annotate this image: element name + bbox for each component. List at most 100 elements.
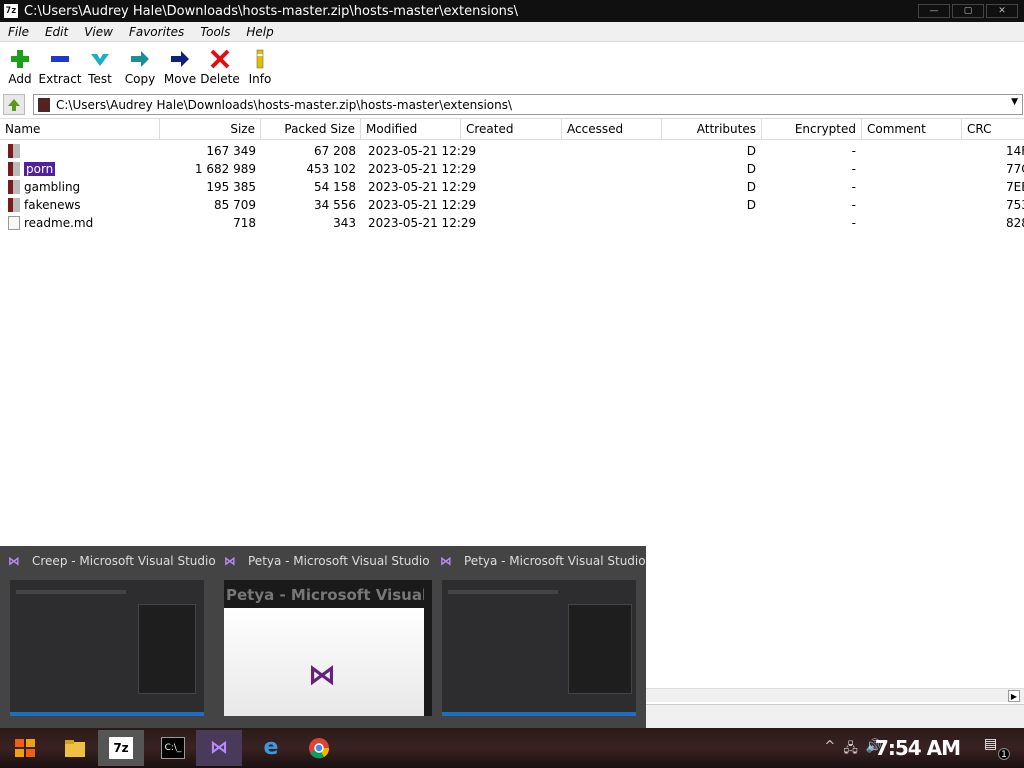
close-icon[interactable]: ✕ bbox=[986, 4, 1018, 18]
column-name[interactable]: Name bbox=[0, 119, 160, 140]
table-row[interactable]: readme.md 718 343 2023-05-21 12:29 - 828 bbox=[0, 214, 1024, 232]
taskbar-clock[interactable]: 7:54 AM bbox=[875, 736, 961, 760]
chevron-up-icon[interactable]: ^ bbox=[824, 739, 835, 761]
title-bar: 7z C:\Users\Audrey Hale\Downloads\hosts-… bbox=[0, 0, 1024, 22]
move-arrow-icon bbox=[169, 48, 191, 70]
menu-help[interactable]: Help bbox=[238, 25, 281, 39]
table-row[interactable]: gambling 195 385 54 158 2023-05-21 12:29… bbox=[0, 178, 1024, 196]
file-size: 718 bbox=[233, 216, 256, 230]
copy-label: Copy bbox=[124, 72, 156, 86]
menu-edit[interactable]: Edit bbox=[37, 25, 76, 39]
menu-view[interactable]: View bbox=[76, 25, 121, 39]
notification-icon: ▤ bbox=[984, 736, 998, 752]
delete-button[interactable]: Delete bbox=[200, 42, 240, 92]
file-name: fakenews bbox=[24, 198, 81, 212]
taskbar-chrome[interactable] bbox=[296, 730, 342, 766]
taskbar-cmd[interactable]: C:\_ bbox=[150, 730, 196, 766]
cmd-icon: C:\_ bbox=[161, 737, 185, 759]
file-encrypted: - bbox=[851, 162, 856, 176]
file-packed-size: 453 102 bbox=[306, 162, 356, 176]
thumbnail-window[interactable]: ⋈ Creep - Microsoft Visual Studio bbox=[0, 546, 216, 728]
file-packed-size: 34 556 bbox=[314, 198, 356, 212]
menu-favorites[interactable]: Favorites bbox=[121, 25, 192, 39]
column-accessed[interactable]: Accessed bbox=[562, 119, 662, 140]
thumbnail-title-text: Petya - Microsoft Visual Studio bbox=[464, 554, 646, 568]
test-label: Test bbox=[88, 72, 112, 86]
file-size: 1 682 989 bbox=[194, 162, 256, 176]
table-row[interactable]: porn 1 682 989 453 102 2023-05-21 12:29 … bbox=[0, 160, 1024, 178]
thumbnail-window-active[interactable]: ⋈ Petya - Microsoft Visual Studio Petya … bbox=[216, 546, 432, 728]
file-list: 167 349 67 208 2023-05-21 12:29 D - 14F … bbox=[0, 142, 1024, 232]
maximize-icon[interactable]: ▢ bbox=[952, 4, 984, 18]
selected-file-name: porn bbox=[24, 162, 56, 176]
add-button[interactable]: Add bbox=[0, 42, 40, 92]
column-modified[interactable]: Modified bbox=[361, 119, 461, 140]
menu-tools[interactable]: Tools bbox=[192, 25, 238, 39]
plus-icon bbox=[9, 48, 31, 70]
column-comment[interactable]: Comment bbox=[862, 119, 962, 140]
scroll-right-icon[interactable]: ▶ bbox=[1008, 690, 1020, 702]
thumbnail-title: ⋈ Petya - Microsoft Visual Studio bbox=[224, 554, 430, 568]
preview-toolbar bbox=[448, 590, 558, 594]
notification-center[interactable]: ▤ 1 bbox=[984, 736, 1010, 760]
file-encrypted: - bbox=[851, 144, 856, 158]
delete-x-icon bbox=[209, 48, 231, 70]
info-icon bbox=[249, 48, 271, 70]
extract-label: Extract bbox=[38, 72, 82, 86]
extract-button[interactable]: Extract bbox=[38, 42, 82, 92]
column-size[interactable]: Size bbox=[160, 119, 261, 140]
network-icon[interactable]: 🖧 bbox=[843, 739, 858, 761]
file-attributes: D bbox=[746, 180, 756, 194]
preview-splash-pane: ⋈ bbox=[224, 608, 424, 716]
taskbar-visual-studio[interactable]: ⋈ bbox=[196, 730, 242, 766]
column-packed-size[interactable]: Packed Size bbox=[261, 119, 361, 140]
thumbnail-title-text: Creep - Microsoft Visual Studio bbox=[32, 554, 216, 568]
file-modified: 2023-05-21 12:29 bbox=[368, 162, 477, 176]
up-folder-button[interactable] bbox=[3, 94, 25, 115]
file-size: 167 349 bbox=[206, 144, 256, 158]
column-created[interactable]: Created bbox=[461, 119, 562, 140]
taskbar-file-explorer[interactable] bbox=[52, 730, 98, 766]
file-crc: 7EE bbox=[1006, 180, 1024, 194]
start-button[interactable] bbox=[2, 730, 48, 766]
thumbnail-window[interactable]: ⋈ Petya - Microsoft Visual Studio bbox=[432, 546, 648, 728]
preview-toolbar bbox=[16, 590, 126, 594]
column-attributes[interactable]: Attributes bbox=[662, 119, 762, 140]
table-row[interactable]: 167 349 67 208 2023-05-21 12:29 D - 14F bbox=[0, 142, 1024, 160]
toolbar: Add Extract Test Copy Move Delete Info bbox=[0, 42, 1024, 92]
folder-zip-icon bbox=[8, 198, 20, 212]
file-encrypted: - bbox=[851, 180, 856, 194]
file-encrypted: - bbox=[851, 198, 856, 212]
folder-zip-icon bbox=[8, 162, 20, 176]
menu-file[interactable]: File bbox=[0, 25, 37, 39]
check-icon bbox=[89, 48, 111, 70]
move-button[interactable]: Move bbox=[160, 42, 200, 92]
app-icon: 7z bbox=[4, 4, 18, 18]
visual-studio-icon: ⋈ bbox=[8, 554, 20, 568]
column-encrypted[interactable]: Encrypted bbox=[762, 119, 862, 140]
table-row[interactable]: fakenews 85 709 34 556 2023-05-21 12:29 … bbox=[0, 196, 1024, 214]
file-crc: 753 bbox=[1006, 198, 1024, 212]
path-text: C:\Users\Audrey Hale\Downloads\hosts-mas… bbox=[56, 97, 513, 112]
path-combobox[interactable]: C:\Users\Audrey Hale\Downloads\hosts-mas… bbox=[33, 94, 1023, 115]
file-crc: 77C bbox=[1006, 162, 1024, 176]
folder-zip-icon bbox=[8, 144, 20, 158]
chevron-down-icon[interactable]: ▼ bbox=[1011, 97, 1018, 107]
file-attributes: D bbox=[746, 198, 756, 212]
file-modified: 2023-05-21 12:29 bbox=[368, 180, 477, 194]
copy-button[interactable]: Copy bbox=[120, 42, 160, 92]
info-button[interactable]: Info bbox=[240, 42, 280, 92]
thumbnail-title: ⋈ Petya - Microsoft Visual Studio bbox=[440, 554, 646, 568]
minimize-icon[interactable]: — bbox=[918, 4, 950, 18]
file-packed-size: 54 158 bbox=[314, 180, 356, 194]
info-label: Info bbox=[248, 72, 272, 86]
minus-icon bbox=[49, 48, 71, 70]
taskbar-internet-explorer[interactable]: e bbox=[248, 730, 294, 766]
file-modified: 2023-05-21 12:29 bbox=[368, 198, 477, 212]
taskbar-7zip[interactable]: 7z bbox=[98, 730, 144, 766]
column-crc[interactable]: CRC bbox=[962, 119, 1024, 140]
test-button[interactable]: Test bbox=[80, 42, 120, 92]
horizontal-scrollbar[interactable]: ▶ bbox=[640, 688, 1024, 702]
file-size: 85 709 bbox=[214, 198, 256, 212]
file-packed-size: 67 208 bbox=[314, 144, 356, 158]
